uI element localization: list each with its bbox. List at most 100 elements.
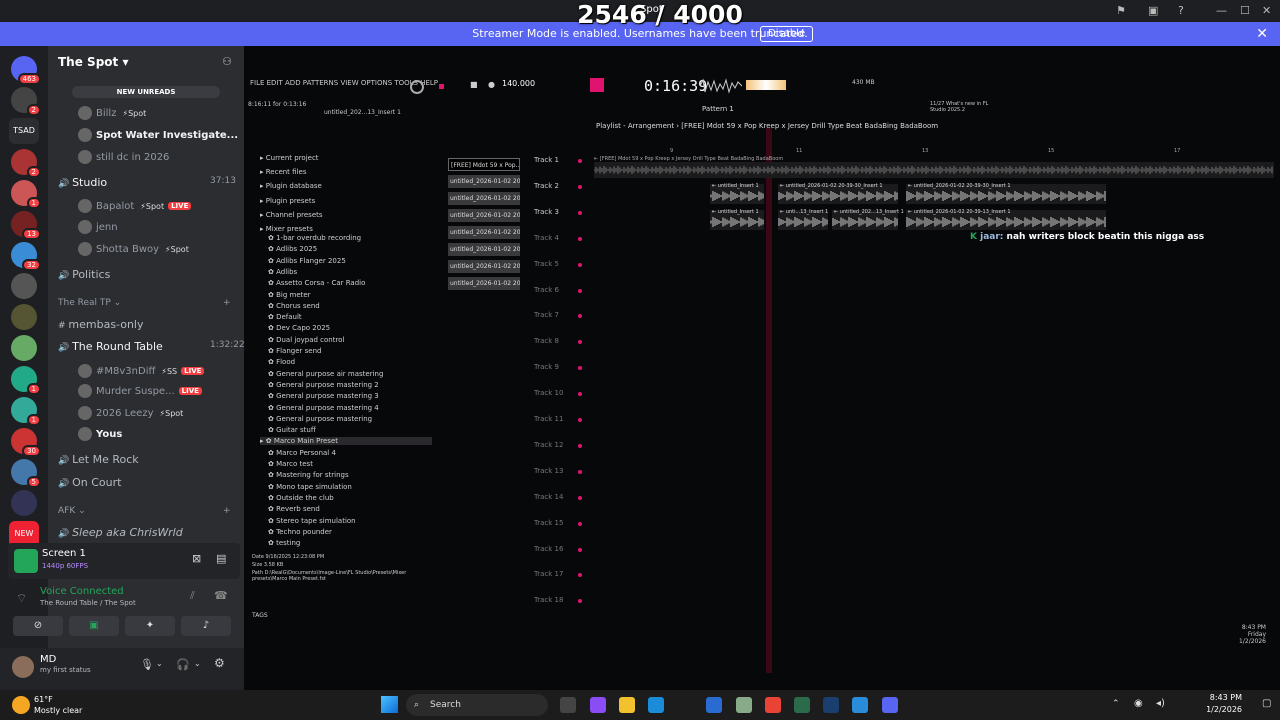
audio-clip[interactable]: ⇤ untitled_2026-01-02 20-39-13_Insert 1 <box>906 209 1106 230</box>
browser-item[interactable]: ✿ Dev Capo 2025 <box>268 324 330 332</box>
track-mute-led[interactable] <box>578 469 582 474</box>
browser-item[interactable]: ✿ Marco Personal 4 <box>268 449 336 457</box>
channel-category[interactable]: The Real TP ⌄ + <box>58 298 231 308</box>
voice-user[interactable]: Bapalot ⚡Spot LIVE <box>78 199 192 213</box>
voice-user[interactable]: still dc in 2026 <box>78 150 169 164</box>
voice-user[interactable]: Billz ⚡Spot <box>78 106 146 120</box>
weather-icon[interactable] <box>12 696 30 714</box>
taskbar-app-icon[interactable] <box>619 697 635 713</box>
track-mute-led[interactable] <box>578 184 582 189</box>
activities-button[interactable]: ✦ <box>125 616 175 636</box>
windows-start-icon[interactable] <box>381 696 398 713</box>
microphone-icon[interactable]: 🎙 <box>140 658 154 671</box>
track-mute-led[interactable] <box>578 288 582 293</box>
voice-channel[interactable]: 🔊 Sleep aka ChrisWrld <box>58 526 183 539</box>
stop-button[interactable]: ■ <box>470 80 478 89</box>
track-header[interactable]: Track 13 <box>534 467 563 475</box>
taskbar-app-icon[interactable] <box>765 697 781 713</box>
server-icon[interactable]: 5 <box>11 459 41 488</box>
stream-settings-icon[interactable]: ▤ <box>216 552 226 565</box>
taskbar-app-icon[interactable] <box>882 697 898 713</box>
invite-icon[interactable]: ⚇ <box>222 55 232 68</box>
help-icon[interactable]: ? <box>1178 4 1184 17</box>
browser-item[interactable]: ✿ Adlibs Flanger 2025 <box>268 257 346 265</box>
server-icon[interactable]: 13 <box>11 211 41 240</box>
track-mute-led[interactable] <box>578 443 582 448</box>
voice-location[interactable]: The Round Table / The Spot <box>40 599 136 607</box>
disconnect-icon[interactable]: ☎ <box>214 589 228 602</box>
browser-item[interactable]: ✿ Mastering for strings <box>268 471 349 479</box>
browser-item[interactable]: ✿ Adlibs <box>268 268 297 276</box>
voice-user[interactable]: 2026 Leezy ⚡Spot <box>78 406 183 420</box>
taskbar-app-icon[interactable] <box>794 697 810 713</box>
channel-rack-item[interactable]: untitled_2026-01-02 20-... <box>448 243 520 256</box>
track-mute-led[interactable] <box>578 599 582 604</box>
track-mute-led[interactable] <box>578 236 582 241</box>
tempo-display[interactable]: 140.000 <box>502 79 535 88</box>
taskbar-app-icon[interactable] <box>706 697 722 713</box>
server-icon[interactable]: 1 <box>11 180 41 209</box>
browser-item[interactable]: ▸ Current project <box>260 154 319 162</box>
server-icon[interactable]: 30 <box>11 428 41 457</box>
show-hidden-icons-icon[interactable]: ⌃ <box>1112 699 1120 709</box>
voice-channel[interactable]: 🔊 Politics <box>58 268 110 281</box>
track-header[interactable]: Track 4 <box>534 234 559 242</box>
voice-channel[interactable]: 🔊 Let Me Rock <box>58 453 139 466</box>
share-screen-button[interactable]: ▣ <box>69 616 119 636</box>
browser-item[interactable]: ✿ General purpose mastering 4 <box>268 404 379 412</box>
track-header[interactable]: Track 11 <box>534 415 563 423</box>
guild-name[interactable]: The Spot ▾ <box>58 55 128 69</box>
channel-rack-item[interactable]: [FREE] Mdot 59 x Pop... <box>448 158 520 171</box>
voice-channel[interactable]: 🔊 The Round Table 1:32:22 <box>58 340 245 353</box>
browser-item[interactable]: ✿ General purpose air mastering <box>268 370 383 378</box>
server-icon[interactable]: 2 <box>11 149 41 178</box>
track-mute-led[interactable] <box>578 392 582 397</box>
track-mute-led[interactable] <box>578 159 582 163</box>
audio-clip[interactable]: ⇤ untitled_Insert 1 <box>710 209 764 230</box>
browser-item[interactable]: ✿ Assetto Corsa - Car Radio <box>268 279 365 287</box>
browser-item[interactable]: ✿ Marco test <box>268 460 313 468</box>
server-icon[interactable] <box>11 490 37 516</box>
channel-rack-item[interactable]: untitled_2026-01-02 20-... <box>448 226 520 239</box>
track-mute-led[interactable] <box>578 495 582 500</box>
voice-channel[interactable]: 🔊 Studio 37:13 <box>58 176 236 189</box>
browser-item[interactable]: ✿ Techno pounder <box>268 528 332 536</box>
signal-icon[interactable]: ⌔ <box>16 591 27 606</box>
metronome-icon[interactable] <box>410 80 424 94</box>
playhead[interactable] <box>766 128 772 673</box>
track-header[interactable]: Track 17 <box>534 570 563 578</box>
taskbar-app-icon[interactable] <box>560 697 576 713</box>
track-header[interactable]: Track 14 <box>534 493 563 501</box>
disable-streamer-mode-button[interactable]: Disable <box>760 26 814 42</box>
track-mute-led[interactable] <box>578 262 582 267</box>
server-icon[interactable]: 32 <box>11 242 41 271</box>
system-clock[interactable]: 8:43 PM 1/2/2026 <box>1206 692 1242 716</box>
text-channel[interactable]: # membas-only <box>58 318 144 331</box>
taskbar-app-icon[interactable] <box>852 697 868 713</box>
browser-item[interactable]: ✿ Default <box>268 313 302 321</box>
camera-off-button[interactable]: ⊘ <box>13 616 63 636</box>
browser-item[interactable]: ▸ Mixer presets <box>260 225 313 233</box>
voice-user[interactable]: Spot Water Investigate... <box>78 128 238 142</box>
track-header[interactable]: Track 10 <box>534 389 563 397</box>
chevron-down-icon[interactable]: ⌄ <box>156 659 163 668</box>
channel-rack-item[interactable]: untitled_2026-01-02 20-... <box>448 277 520 290</box>
browser-item[interactable]: ✿ Flanger send <box>268 347 321 355</box>
track-header[interactable]: Track 2 <box>534 182 559 190</box>
voice-channel[interactable]: 🔊 On Court <box>58 476 121 489</box>
browser-item[interactable]: ✿ Big meter <box>268 291 311 299</box>
browser-item[interactable]: ✿ General purpose mastering 3 <box>268 392 379 400</box>
browser-item[interactable]: ✿ Mono tape simulation <box>268 483 352 491</box>
track-header[interactable]: Track 6 <box>534 286 559 294</box>
server-icon[interactable] <box>11 304 37 330</box>
track-header[interactable]: Track 12 <box>534 441 563 449</box>
taskbar-app-icon[interactable] <box>590 697 606 713</box>
audio-clip[interactable]: ⇤ untitled_202...13_Insert 1 <box>832 209 904 230</box>
noise-suppression-icon[interactable]: ⫽ <box>190 589 195 603</box>
browser-item[interactable]: ✿ 1-bar overdub recording <box>268 234 361 242</box>
track-header[interactable]: Track 8 <box>534 337 559 345</box>
server-icon[interactable]: 2 <box>11 87 41 116</box>
avatar[interactable] <box>12 656 34 678</box>
channel-rack-item[interactable]: untitled_2026-01-02 20-... <box>448 192 520 205</box>
channel-rack-item[interactable]: untitled_2026-01-02 20-... <box>448 260 520 273</box>
